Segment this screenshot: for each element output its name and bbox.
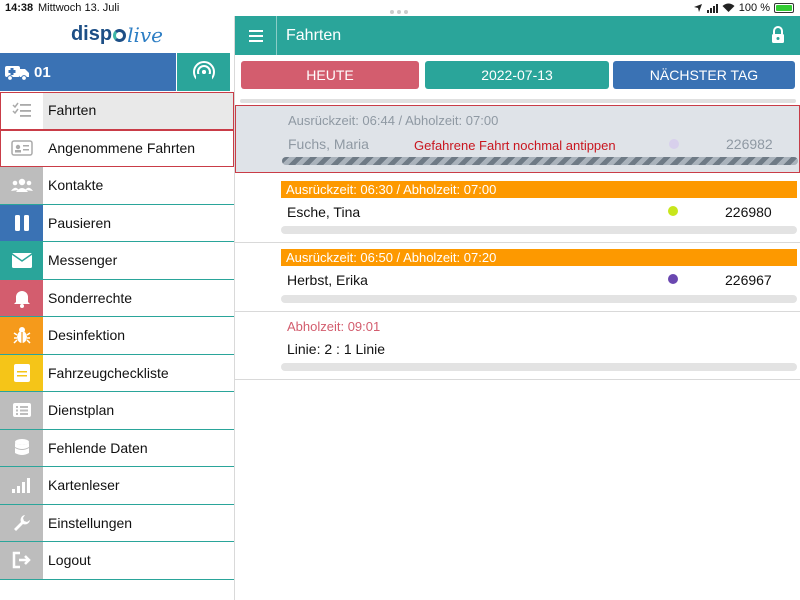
trip-progress-bar bbox=[281, 226, 797, 234]
sidebar-item-label: Pausieren bbox=[48, 214, 112, 231]
main-menu: Fahrten Angenommene Fahrten Kontakte Pausie… bbox=[0, 92, 234, 580]
logo-prefix: disp bbox=[70, 23, 113, 45]
bell-icon bbox=[0, 279, 43, 316]
trip-time: Ausrückzeit: 06:44 / Abholzeit: 07:00 bbox=[288, 113, 499, 128]
trip-item[interactable]: Ausrückzeit: 06:50 / Abholzeit: 07:20 He… bbox=[235, 243, 800, 312]
logout-icon bbox=[0, 542, 43, 579]
status-bar: 14:38 Mittwoch 13. Juli 100 % bbox=[0, 0, 800, 16]
sidebar-item-pausieren[interactable]: Pausieren bbox=[0, 204, 234, 242]
list-icon bbox=[0, 392, 43, 429]
current-date-button[interactable]: 2022-07-13 bbox=[425, 61, 609, 89]
sidebar-item-dienstplan[interactable]: Dienstplan bbox=[0, 392, 234, 430]
lock-icon[interactable] bbox=[770, 26, 786, 44]
trip-number: 226980 bbox=[725, 204, 772, 220]
sidebar-item-label: Logout bbox=[48, 552, 91, 569]
sidebar-item-label: Einstellungen bbox=[48, 514, 133, 531]
trip-number: 226982 bbox=[726, 136, 773, 152]
sidebar: disp live 01 Fahrten Angenommene Fahrten… bbox=[0, 16, 235, 600]
vehicle-number: 01 bbox=[34, 63, 51, 81]
sidebar-item-kontakte[interactable]: Kontakte bbox=[0, 167, 234, 205]
database-icon bbox=[0, 429, 43, 466]
pause-icon bbox=[0, 204, 43, 241]
sidebar-item-label: Kartenleser bbox=[48, 477, 120, 494]
cellular-signal-icon bbox=[706, 3, 718, 13]
list-top-divider bbox=[240, 99, 796, 103]
app-logo: disp live bbox=[0, 16, 234, 53]
trip-status-dot bbox=[668, 274, 678, 284]
status-date: Mittwoch 13. Juli bbox=[38, 2, 120, 14]
sidebar-item-label: Fahrten bbox=[48, 102, 97, 119]
wifi-icon bbox=[722, 3, 735, 12]
today-button[interactable]: HEUTE bbox=[241, 61, 419, 89]
people-icon bbox=[0, 167, 43, 204]
logo-suffix: live bbox=[127, 22, 164, 47]
trip-pickup-time: Abholzeit: 09:01 bbox=[287, 319, 381, 334]
trip-item-done[interactable]: Ausrückzeit: 06:44 / Abholzeit: 07:00 Fu… bbox=[235, 105, 800, 173]
page-title: Fahrten bbox=[286, 26, 342, 44]
sidebar-item-desinfektion[interactable]: Desinfektion bbox=[0, 317, 234, 355]
trip-item[interactable]: Ausrückzeit: 06:30 / Abholzeit: 07:00 Es… bbox=[235, 174, 800, 243]
sidebar-item-angenommene-fahrten[interactable]: Angenommene Fahrten bbox=[0, 129, 234, 167]
location-arrow-icon bbox=[693, 4, 702, 12]
trip-item-line[interactable]: Abholzeit: 09:01 Linie: 2 : 1 Linie bbox=[235, 312, 800, 380]
trip-number: 226967 bbox=[725, 272, 772, 288]
app-header: Fahrten bbox=[235, 16, 800, 55]
envelope-icon bbox=[0, 242, 43, 279]
bug-icon bbox=[0, 317, 43, 354]
radio-signal-icon bbox=[192, 61, 215, 84]
sidebar-item-label: Fehlende Daten bbox=[48, 439, 148, 456]
hamburger-menu-icon[interactable] bbox=[235, 16, 277, 55]
sidebar-item-fahrzeugcheckliste[interactable]: Fahrzeugcheckliste bbox=[0, 354, 234, 392]
sidebar-item-label: Desinfektion bbox=[48, 327, 126, 344]
battery-percent: 100 % bbox=[738, 2, 770, 14]
sidebar-item-fahrten[interactable]: Fahrten bbox=[0, 92, 234, 130]
date-navigation: HEUTE 2022-07-13 NÄCHSTER TAG bbox=[235, 55, 800, 95]
id-card-icon bbox=[0, 129, 43, 166]
sidebar-item-fehlende-daten[interactable]: Fehlende Daten bbox=[0, 429, 234, 467]
sidebar-item-logout[interactable]: Logout bbox=[0, 542, 234, 580]
checklist-icon bbox=[0, 92, 43, 129]
trip-patient-name: Esche, Tina bbox=[287, 204, 361, 220]
sidebar-item-label: Messenger bbox=[48, 252, 118, 269]
logo-ring-icon bbox=[113, 29, 127, 42]
trip-hint: Gefahrene Fahrt nochmal antippen bbox=[414, 138, 616, 153]
sidebar-item-messenger[interactable]: Messenger bbox=[0, 242, 234, 280]
sidebar-item-label: Kontakte bbox=[48, 177, 104, 194]
vehicle-selector[interactable]: 01 bbox=[0, 53, 176, 91]
ambulance-icon bbox=[0, 53, 34, 91]
trip-progress-bar bbox=[281, 295, 797, 303]
trip-progress-bar bbox=[282, 157, 798, 165]
status-time: 14:38 bbox=[5, 2, 34, 14]
trip-progress-bar bbox=[281, 363, 797, 371]
clipboard-icon bbox=[0, 354, 43, 391]
sidebar-item-label: Fahrzeugcheckliste bbox=[48, 364, 169, 381]
trip-time-header: Ausrückzeit: 06:30 / Abholzeit: 07:00 bbox=[281, 181, 797, 198]
trip-line-name: Linie: 2 : 1 Linie bbox=[287, 341, 386, 357]
sidebar-item-kartenleser[interactable]: Kartenleser bbox=[0, 467, 234, 505]
trip-status-dot bbox=[669, 139, 679, 149]
sidebar-item-label: Sonderrechte bbox=[48, 289, 133, 306]
radio-button[interactable] bbox=[177, 53, 230, 91]
trip-status-dot bbox=[668, 206, 678, 216]
sidebar-item-label: Angenommene Fahrten bbox=[48, 139, 196, 156]
sidebar-item-einstellungen[interactable]: Einstellungen bbox=[0, 504, 234, 542]
battery-icon bbox=[774, 3, 794, 13]
vehicle-bar: 01 bbox=[0, 53, 234, 91]
multitask-dots[interactable] bbox=[390, 5, 412, 14]
trip-patient-name: Fuchs, Maria bbox=[288, 136, 369, 152]
signal-icon bbox=[0, 467, 43, 504]
sidebar-item-sonderrechte[interactable]: Sonderrechte bbox=[0, 279, 234, 317]
trip-patient-name: Herbst, Erika bbox=[287, 272, 368, 288]
trip-time-header: Ausrückzeit: 06:50 / Abholzeit: 07:20 bbox=[281, 249, 797, 266]
next-day-button[interactable]: NÄCHSTER TAG bbox=[613, 61, 795, 89]
wrench-icon bbox=[0, 504, 43, 541]
sidebar-item-label: Dienstplan bbox=[48, 402, 115, 419]
